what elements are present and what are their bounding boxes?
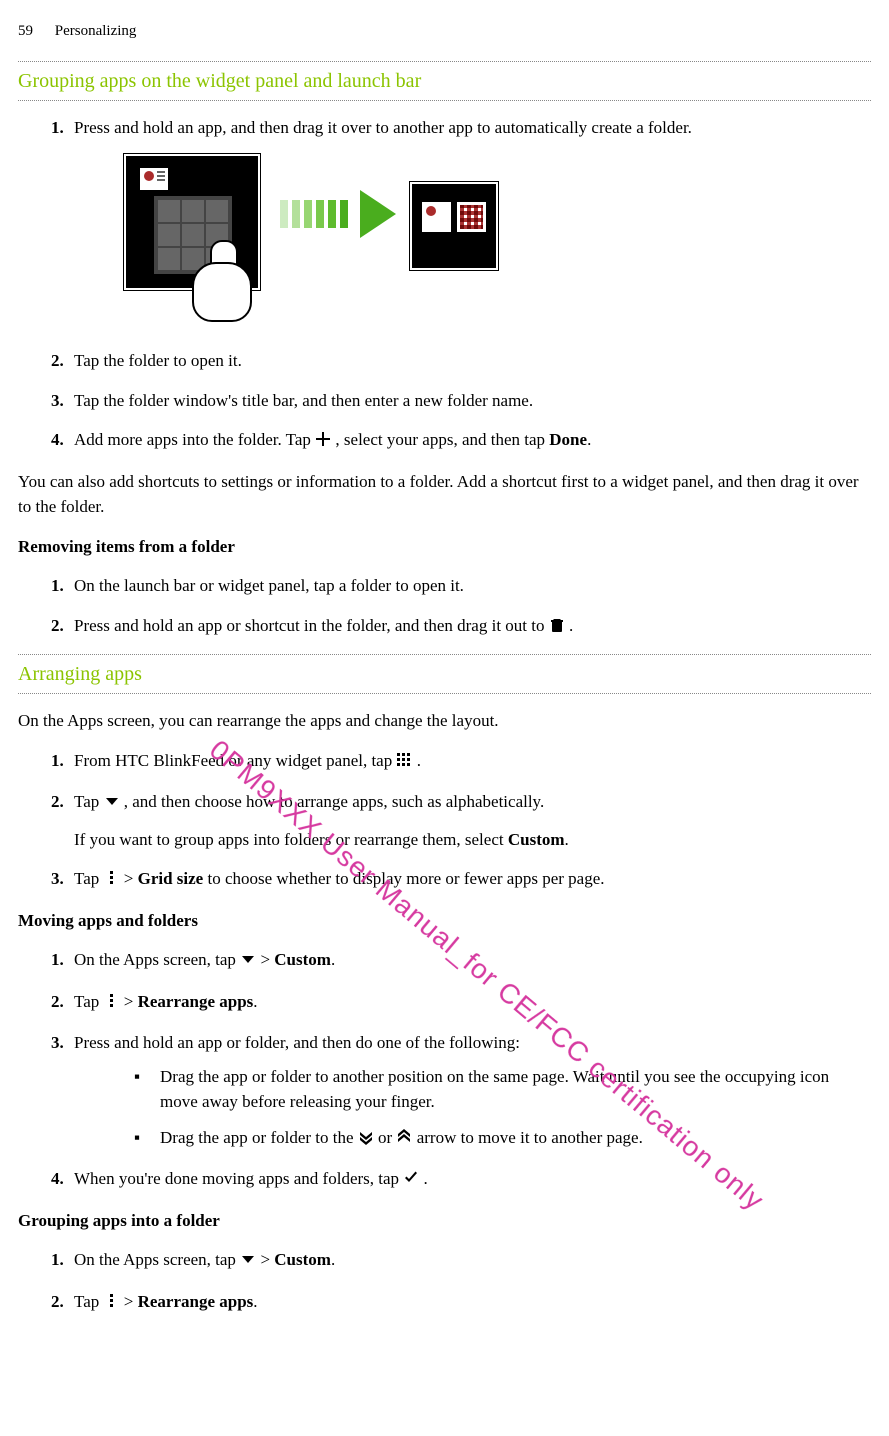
divider xyxy=(18,693,871,694)
grouping-step-2: Tap > Rearrange apps. xyxy=(68,1289,871,1317)
grid-size-label: Grid size xyxy=(138,869,204,888)
step-text: Add more apps into the folder. Tap xyxy=(74,430,315,449)
moving-step-4: When you're done moving apps and folders… xyxy=(68,1166,871,1194)
step-text: > xyxy=(124,1292,138,1311)
step-text: to choose whether to display more or few… xyxy=(203,869,604,888)
step-text: . xyxy=(331,1250,335,1269)
step-text: . xyxy=(331,950,335,969)
step-4: Add more apps into the folder. Tap , sel… xyxy=(68,427,871,455)
overflow-menu-icon xyxy=(104,991,120,1017)
step-text: . xyxy=(253,1292,257,1311)
step-text: When you're done moving apps and folders… xyxy=(74,1169,403,1188)
step-text: Tap xyxy=(74,869,104,888)
step-text: On the Apps screen, tap xyxy=(74,1250,240,1269)
step-text: From HTC BlinkFeed or any widget panel, … xyxy=(74,751,396,770)
moving-bullet-2: Drag the app or folder to the or arrow t… xyxy=(134,1125,871,1153)
page-number: 59 xyxy=(18,23,33,39)
arranging-intro: On the Apps screen, you can rearrange th… xyxy=(18,708,871,734)
contact-icon xyxy=(140,168,168,190)
mini-contact-icon xyxy=(422,202,451,232)
custom-label: Custom xyxy=(274,950,331,969)
step-text: Tap xyxy=(74,992,104,1011)
mini-grid-icon xyxy=(457,202,486,232)
subheading-moving: Moving apps and folders xyxy=(18,908,871,934)
trash-icon xyxy=(549,615,565,641)
divider xyxy=(18,100,871,101)
step-text: . xyxy=(424,1169,428,1188)
bullet-text: Drag the app or folder to another positi… xyxy=(160,1067,829,1112)
step-text: On the launch bar or widget panel, tap a… xyxy=(74,576,464,595)
step-text: Tap xyxy=(74,792,104,811)
done-label: Done xyxy=(549,430,587,449)
step-text: On the Apps screen, tap xyxy=(74,950,240,969)
overflow-menu-icon xyxy=(104,1291,120,1317)
step-1: Press and hold an app, and then drag it … xyxy=(68,115,871,335)
step-text: Press and hold an app or folder, and the… xyxy=(74,1033,520,1052)
figure-target-folder xyxy=(410,182,498,270)
bullet-text: arrow to move it to another page. xyxy=(417,1128,643,1147)
grouping-step-1: On the Apps screen, tap > Custom. xyxy=(68,1247,871,1275)
custom-label: Custom xyxy=(508,830,565,849)
step-3: Tap the folder window's title bar, and t… xyxy=(68,388,871,414)
step-text: . xyxy=(417,751,421,770)
bullet-text: Drag the app or folder to the xyxy=(160,1128,358,1147)
drag-figure xyxy=(124,154,871,334)
chevron-up-icon xyxy=(396,1127,412,1153)
remove-step-2: Press and hold an app or shortcut in the… xyxy=(68,613,871,641)
plus-icon xyxy=(315,429,331,455)
chevron-down-icon xyxy=(358,1127,374,1153)
rearrange-label: Rearrange apps xyxy=(138,992,254,1011)
step-text: . xyxy=(587,430,591,449)
step-text: . xyxy=(569,616,573,635)
step-text: > xyxy=(260,950,274,969)
arrange-step-3: Tap > Grid size to choose whether to dis… xyxy=(68,866,871,894)
moving-step-2: Tap > Rearrange apps. xyxy=(68,989,871,1017)
subheading-removing: Removing items from a folder xyxy=(18,534,871,560)
step-note: . xyxy=(565,830,569,849)
divider xyxy=(18,61,871,62)
section-title-grouping: Grouping apps on the widget panel and la… xyxy=(18,66,871,96)
step-text: > xyxy=(260,1250,274,1269)
shortcut-note: You can also add shortcuts to settings o… xyxy=(18,469,871,520)
moving-step-3: Press and hold an app or folder, and the… xyxy=(68,1030,871,1152)
moving-step-1: On the Apps screen, tap > Custom. xyxy=(68,947,871,975)
step-2: Tap the folder to open it. xyxy=(68,348,871,374)
arrow-head-icon xyxy=(360,190,396,238)
step-text: , and then choose how to arrange apps, s… xyxy=(124,792,544,811)
hand-icon xyxy=(182,244,262,334)
step-text: . xyxy=(253,992,257,1011)
caret-down-icon xyxy=(240,949,256,975)
arrange-step-1: From HTC BlinkFeed or any widget panel, … xyxy=(68,748,871,776)
check-icon xyxy=(403,1168,419,1194)
section-title-arranging: Arranging apps xyxy=(18,659,871,689)
moving-bullet-1: Drag the app or folder to another positi… xyxy=(134,1064,871,1115)
bullet-text: or xyxy=(378,1128,396,1147)
step-text: Press and hold an app or shortcut in the… xyxy=(74,616,549,635)
apps-icon xyxy=(396,750,412,776)
step-text: Tap xyxy=(74,1292,104,1311)
step-text: , select your apps, and then tap xyxy=(335,430,549,449)
step-text: > xyxy=(124,992,138,1011)
caret-down-icon xyxy=(240,1249,256,1275)
step-text: Press and hold an app, and then drag it … xyxy=(74,118,692,137)
step-text: Tap the folder window's title bar, and t… xyxy=(74,391,533,410)
rearrange-label: Rearrange apps xyxy=(138,1292,254,1311)
subheading-grouping-folder: Grouping apps into a folder xyxy=(18,1208,871,1234)
page-header: 59 Personalizing xyxy=(18,20,871,43)
remove-step-1: On the launch bar or widget panel, tap a… xyxy=(68,573,871,599)
step-text: > xyxy=(124,869,138,888)
overflow-menu-icon xyxy=(104,868,120,894)
arrange-step-2: Tap , and then choose how to arrange app… xyxy=(68,789,871,852)
arrow-bars-icon xyxy=(280,200,348,228)
step-text: Tap the folder to open it. xyxy=(74,351,242,370)
section-name: Personalizing xyxy=(55,23,137,39)
step-note: If you want to group apps into folders o… xyxy=(74,830,508,849)
custom-label: Custom xyxy=(274,1250,331,1269)
caret-down-icon xyxy=(104,791,120,817)
divider xyxy=(18,654,871,655)
